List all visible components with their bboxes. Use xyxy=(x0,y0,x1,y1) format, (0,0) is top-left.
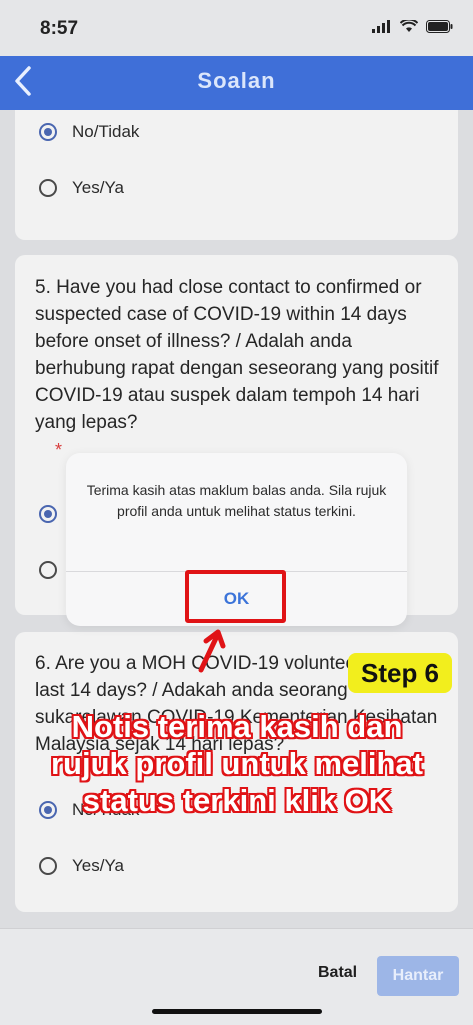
status-icons xyxy=(372,20,453,33)
option-yes[interactable]: Yes/Ya xyxy=(39,178,124,198)
option-yes[interactable]: Yes/Ya xyxy=(39,856,124,876)
option-no[interactable]: No/Tidak xyxy=(39,122,139,142)
signal-icon xyxy=(372,20,390,33)
radio-button[interactable] xyxy=(39,857,57,875)
radio-button-checked[interactable] xyxy=(39,123,57,141)
option-yes[interactable] xyxy=(39,561,57,579)
nav-bar: Soalan xyxy=(0,56,473,110)
required-marker: * xyxy=(55,440,63,460)
option-no[interactable] xyxy=(39,505,57,523)
ok-highlight-box xyxy=(185,570,286,623)
wifi-icon xyxy=(400,20,418,32)
cancel-button[interactable]: Batal xyxy=(318,964,357,982)
battery-icon xyxy=(426,20,453,33)
question-card-4: No/Tidak Yes/Ya xyxy=(15,110,458,240)
question-text: 5. Have you had close contact to confirm… xyxy=(35,277,439,433)
step-badge: Step 6 xyxy=(348,653,452,693)
status-bar: 8:57 xyxy=(0,0,473,56)
annotation-text: Notis terima kasih dan rujuk profil untu… xyxy=(50,709,423,818)
dialog-message: Terima kasih atas maklum balas anda. Sil… xyxy=(86,482,387,519)
radio-button[interactable] xyxy=(39,179,57,197)
arrow-up-icon xyxy=(198,629,226,673)
option-label: Yes/Ya xyxy=(72,856,124,875)
page-title: Soalan xyxy=(197,68,276,93)
status-time: 8:57 xyxy=(40,18,79,39)
radio-button[interactable] xyxy=(39,561,57,579)
radio-button-checked[interactable] xyxy=(39,505,57,523)
home-indicator xyxy=(152,1009,322,1014)
option-label: Yes/Ya xyxy=(72,178,124,197)
option-label: No/Tidak xyxy=(72,122,140,141)
submit-button[interactable]: Hantar xyxy=(377,956,459,996)
